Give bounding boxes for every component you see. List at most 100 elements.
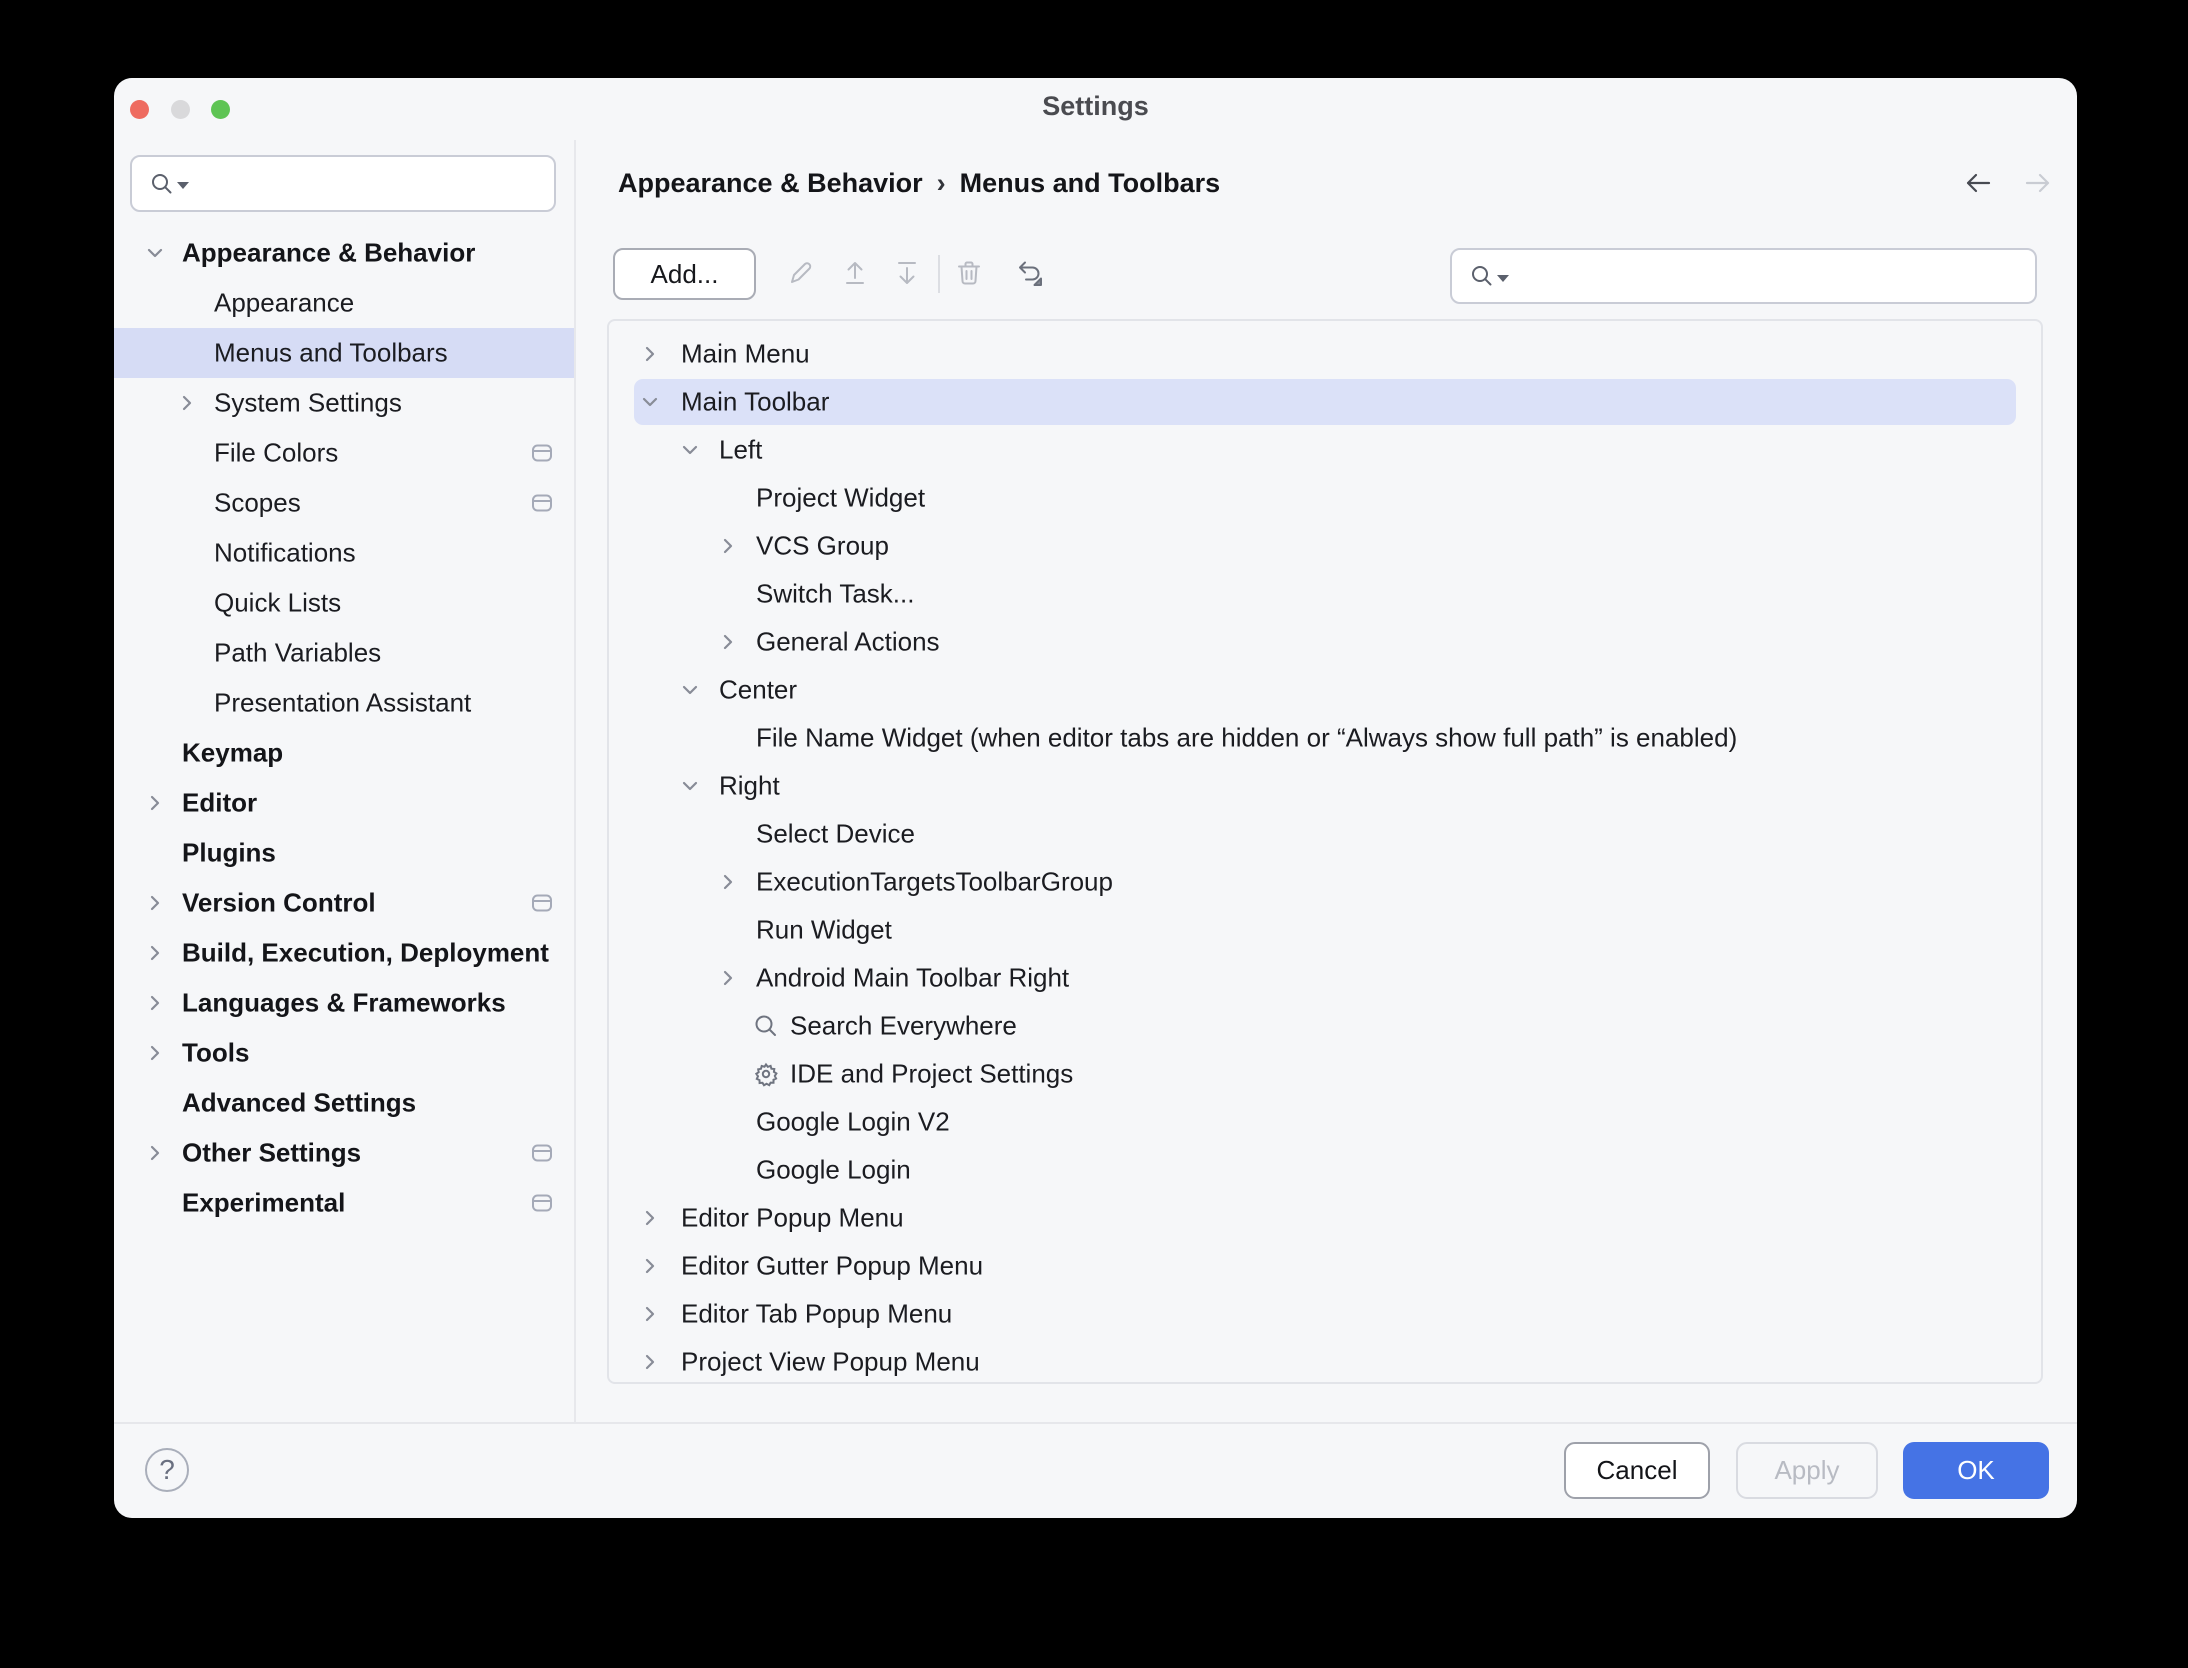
sidebar-item-advanced-settings[interactable]: Advanced Settings <box>114 1078 574 1128</box>
tree-row-label: IDE and Project Settings <box>790 1059 1073 1090</box>
move-up-button[interactable] <box>839 257 871 289</box>
sidebar-item-quick-lists[interactable]: Quick Lists <box>114 578 574 628</box>
add-button[interactable]: Add... <box>613 248 756 300</box>
tree-row-label: Editor Popup Menu <box>681 1203 904 1234</box>
sidebar-item-file-colors[interactable]: File Colors <box>114 428 574 478</box>
tree-row-file-name-widget-when-editor-tabs-are-hi[interactable]: File Name Widget (when editor tabs are h… <box>609 714 2041 762</box>
chevron-right-icon[interactable] <box>715 869 741 895</box>
search-options-caret-icon[interactable] <box>177 182 189 189</box>
chevron-right-icon[interactable] <box>637 1349 663 1375</box>
sidebar-item-label: Other Settings <box>182 1138 361 1169</box>
sidebar-item-presentation-assistant[interactable]: Presentation Assistant <box>114 678 574 728</box>
settings-window: Settings Appearance & Behavior Appearance… <box>114 78 2077 1518</box>
sidebar-item-build-execution-deployment[interactable]: Build, Execution, Deployment <box>114 928 574 978</box>
tree-row-project-view-popup-menu[interactable]: Project View Popup Menu <box>609 1338 2041 1384</box>
sidebar-item-system-settings[interactable]: System Settings <box>114 378 574 428</box>
window-title: Settings <box>114 91 2077 122</box>
sidebar-item-tools[interactable]: Tools <box>114 1028 574 1078</box>
tree-row-android-main-toolbar-right[interactable]: Android Main Toolbar Right <box>609 954 2041 1002</box>
sidebar-item-menus-and-toolbars[interactable]: Menus and Toolbars <box>114 328 574 378</box>
sidebar-item-notifications[interactable]: Notifications <box>114 528 574 578</box>
tree-row-project-widget[interactable]: Project Widget <box>609 474 2041 522</box>
sidebar-item-languages-frameworks[interactable]: Languages & Frameworks <box>114 978 574 1028</box>
chevron-down-icon[interactable] <box>142 240 168 266</box>
chevron-down-icon[interactable] <box>637 389 663 415</box>
tree-row-editor-popup-menu[interactable]: Editor Popup Menu <box>609 1194 2041 1242</box>
tree-row-executiontargetstoolbargroup[interactable]: ExecutionTargetsToolbarGroup <box>609 858 2041 906</box>
tree-row-label: Editor Tab Popup Menu <box>681 1299 952 1330</box>
chevron-right-icon[interactable] <box>142 990 168 1016</box>
chevron-right-icon[interactable] <box>142 940 168 966</box>
sidebar-item-editor[interactable]: Editor <box>114 778 574 828</box>
back-button[interactable] <box>1958 166 1998 200</box>
chevron-right-icon[interactable] <box>174 390 200 416</box>
chevron-right-icon[interactable] <box>637 1301 663 1327</box>
chevron-right-icon[interactable] <box>142 1040 168 1066</box>
search-options-caret-icon[interactable] <box>1497 275 1509 282</box>
breadcrumb-appearance-behavior[interactable]: Appearance & Behavior <box>618 168 923 198</box>
sidebar-item-label: Advanced Settings <box>182 1088 416 1119</box>
chevron-right-icon[interactable] <box>637 341 663 367</box>
tree-row-center[interactable]: Center <box>609 666 2041 714</box>
apply-button[interactable]: Apply <box>1736 1442 1878 1499</box>
chevron-right-icon[interactable] <box>142 790 168 816</box>
tree-row-left[interactable]: Left <box>609 426 2041 474</box>
sidebar-item-appearance-behavior[interactable]: Appearance & Behavior <box>114 228 574 278</box>
tree-row-google-login[interactable]: Google Login <box>609 1146 2041 1194</box>
tree-row-select-device[interactable]: Select Device <box>609 810 2041 858</box>
breadcrumb-separator: › <box>937 168 946 198</box>
sidebar-item-label: Appearance <box>214 288 354 319</box>
tree-row-label: Project View Popup Menu <box>681 1347 980 1378</box>
tree-row-editor-gutter-popup-menu[interactable]: Editor Gutter Popup Menu <box>609 1242 2041 1290</box>
gear-icon <box>753 1061 779 1087</box>
sidebar-item-path-variables[interactable]: Path Variables <box>114 628 574 678</box>
tree-row-label: Run Widget <box>756 915 892 946</box>
chevron-right-icon[interactable] <box>637 1253 663 1279</box>
delete-button[interactable] <box>953 257 985 289</box>
sidebar-item-keymap[interactable]: Keymap <box>114 728 574 778</box>
tree-row-main-menu[interactable]: Main Menu <box>609 330 2041 378</box>
tree-row-main-toolbar[interactable]: Main Toolbar <box>609 378 2041 426</box>
sidebar-search-input[interactable] <box>130 155 556 212</box>
tree-row-label: General Actions <box>756 627 940 658</box>
chevron-down-icon[interactable] <box>677 773 703 799</box>
move-down-button[interactable] <box>891 257 923 289</box>
tree-row-search-everywhere[interactable]: Search Everywhere <box>609 1002 2041 1050</box>
tree-row-vcs-group[interactable]: VCS Group <box>609 522 2041 570</box>
tree-row-general-actions[interactable]: General Actions <box>609 618 2041 666</box>
tree-row-right[interactable]: Right <box>609 762 2041 810</box>
chevron-right-icon[interactable] <box>637 1205 663 1231</box>
sidebar-search-field[interactable] <box>199 167 554 200</box>
pane-icon <box>531 442 553 464</box>
tree-row-switch-task[interactable]: Switch Task... <box>609 570 2041 618</box>
sidebar-item-scopes[interactable]: Scopes <box>114 478 574 528</box>
chevron-right-icon[interactable] <box>142 890 168 916</box>
ok-button[interactable]: OK <box>1903 1442 2049 1499</box>
search-icon <box>753 1013 779 1039</box>
toolbar-search-field[interactable] <box>1519 260 2035 293</box>
sidebar-item-label: File Colors <box>214 438 338 469</box>
tree-row-editor-tab-popup-menu[interactable]: Editor Tab Popup Menu <box>609 1290 2041 1338</box>
sidebar-item-plugins[interactable]: Plugins <box>114 828 574 878</box>
tree-row-ide-and-project-settings[interactable]: IDE and Project Settings <box>609 1050 2041 1098</box>
edit-button[interactable] <box>785 257 817 289</box>
chevron-right-icon[interactable] <box>142 1140 168 1166</box>
chevron-down-icon[interactable] <box>677 677 703 703</box>
sidebar-item-version-control[interactable]: Version Control <box>114 878 574 928</box>
chevron-right-icon[interactable] <box>715 965 741 991</box>
chevron-down-icon[interactable] <box>677 437 703 463</box>
tree-row-run-widget[interactable]: Run Widget <box>609 906 2041 954</box>
revert-button[interactable] <box>1013 257 1045 289</box>
chevron-right-icon[interactable] <box>715 533 741 559</box>
chevron-right-icon[interactable] <box>715 629 741 655</box>
sidebar-item-appearance[interactable]: Appearance <box>114 278 574 328</box>
cancel-button[interactable]: Cancel <box>1564 1442 1710 1499</box>
sidebar-item-experimental[interactable]: Experimental <box>114 1178 574 1228</box>
tree-row-google-login-v2[interactable]: Google Login V2 <box>609 1098 2041 1146</box>
forward-button[interactable] <box>2018 166 2058 200</box>
help-button[interactable]: ? <box>145 1448 189 1492</box>
sidebar-item-other-settings[interactable]: Other Settings <box>114 1128 574 1178</box>
toolbar-search-input[interactable] <box>1450 248 2037 304</box>
breadcrumb: Appearance & Behavior›Menus and Toolbars <box>618 168 1220 199</box>
sidebar-item-label: Experimental <box>182 1188 345 1219</box>
